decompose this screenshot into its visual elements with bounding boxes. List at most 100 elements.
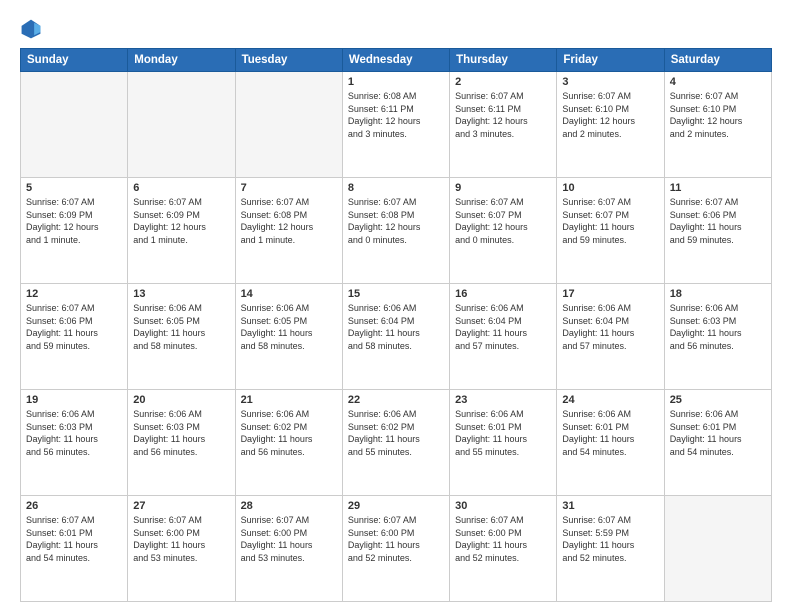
day-info: Sunrise: 6:07 AM Sunset: 6:10 PM Dayligh…	[670, 90, 766, 140]
calendar-cell: 13 Sunrise: 6:06 AM Sunset: 6:05 PM Dayli…	[128, 284, 235, 390]
calendar-cell: 23Sunrise: 6:06 AM Sunset: 6:01 PM Dayli…	[450, 390, 557, 496]
day-number: 13	[133, 288, 229, 300]
calendar-cell: 9Sunrise: 6:07 AM Sunset: 6:07 PM Daylig…	[450, 178, 557, 284]
day-info: Sunrise: 6:06 AM Sunset: 6:04 PM Dayligh…	[562, 302, 658, 352]
day-number: 2	[455, 76, 551, 88]
day-info: Sunrise: 6:07 AM Sunset: 6:10 PM Dayligh…	[562, 90, 658, 140]
day-info: Sunrise: 6:07 AM Sunset: 6:00 PM Dayligh…	[241, 514, 337, 564]
day-number: 8	[348, 182, 444, 194]
day-number: 29	[348, 500, 444, 512]
day-info: Sunrise: 6:07 AM Sunset: 5:59 PM Dayligh…	[562, 514, 658, 564]
weekday-header-saturday: Saturday	[664, 49, 771, 72]
day-info: Sunrise: 6:06 AM Sunset: 6:04 PM Dayligh…	[348, 302, 444, 352]
calendar-cell	[664, 496, 771, 602]
calendar-cell	[21, 72, 128, 178]
week-row-1: 5 Sunrise: 6:07 AM Sunset: 6:09 PM Daylig…	[21, 178, 772, 284]
calendar-cell: 7 Sunrise: 6:07 AM Sunset: 6:08 PM Daylig…	[235, 178, 342, 284]
day-number: 20	[133, 394, 229, 406]
day-info: Sunrise: 6:06 AM Sunset: 6:05 PM Dayligh…	[133, 302, 229, 352]
calendar-cell: 25 Sunrise: 6:06 AM Sunset: 6:01 PM Dayli…	[664, 390, 771, 496]
day-number: 27	[133, 500, 229, 512]
day-info: Sunrise: 6:06 AM Sunset: 6:03 PM Dayligh…	[670, 302, 766, 352]
calendar-cell: 12 Sunrise: 6:07 AM Sunset: 6:06 PM Dayli…	[21, 284, 128, 390]
day-info: Sunrise: 6:07 AM Sunset: 6:01 PM Dayligh…	[26, 514, 122, 564]
day-number: 7	[241, 182, 337, 194]
day-number: 25	[670, 394, 766, 406]
day-number: 17	[562, 288, 658, 300]
day-number: 12	[26, 288, 122, 300]
day-info: Sunrise: 6:07 AM Sunset: 6:00 PM Dayligh…	[133, 514, 229, 564]
day-info: Sunrise: 6:07 AM Sunset: 6:08 PM Dayligh…	[348, 196, 444, 246]
day-info: Sunrise: 6:07 AM Sunset: 6:07 PM Dayligh…	[455, 196, 551, 246]
day-info: Sunrise: 6:06 AM Sunset: 6:04 PM Dayligh…	[455, 302, 551, 352]
day-info: Sunrise: 6:07 AM Sunset: 6:09 PM Dayligh…	[26, 196, 122, 246]
week-row-2: 12 Sunrise: 6:07 AM Sunset: 6:06 PM Dayli…	[21, 284, 772, 390]
week-row-4: 26 Sunrise: 6:07 AM Sunset: 6:01 PM Dayli…	[21, 496, 772, 602]
day-info: Sunrise: 6:07 AM Sunset: 6:00 PM Dayligh…	[348, 514, 444, 564]
weekday-header-row: SundayMondayTuesdayWednesdayThursdayFrid…	[21, 49, 772, 72]
calendar-cell: 3 Sunrise: 6:07 AM Sunset: 6:10 PM Daylig…	[557, 72, 664, 178]
day-info: Sunrise: 6:06 AM Sunset: 6:02 PM Dayligh…	[241, 408, 337, 458]
day-info: Sunrise: 6:08 AM Sunset: 6:11 PM Dayligh…	[348, 90, 444, 140]
calendar-cell: 21 Sunrise: 6:06 AM Sunset: 6:02 PM Dayli…	[235, 390, 342, 496]
day-number: 26	[26, 500, 122, 512]
day-info: Sunrise: 6:06 AM Sunset: 6:03 PM Dayligh…	[26, 408, 122, 458]
day-number: 18	[670, 288, 766, 300]
calendar-cell: 27 Sunrise: 6:07 AM Sunset: 6:00 PM Dayli…	[128, 496, 235, 602]
day-number: 31	[562, 500, 658, 512]
calendar-cell: 29 Sunrise: 6:07 AM Sunset: 6:00 PM Dayli…	[342, 496, 449, 602]
day-number: 5	[26, 182, 122, 194]
calendar-cell: 24 Sunrise: 6:06 AM Sunset: 6:01 PM Dayli…	[557, 390, 664, 496]
day-info: Sunrise: 6:06 AM Sunset: 6:01 PM Dayligh…	[670, 408, 766, 458]
day-info: Sunrise: 6:07 AM Sunset: 6:06 PM Dayligh…	[26, 302, 122, 352]
calendar-cell: 4 Sunrise: 6:07 AM Sunset: 6:10 PM Daylig…	[664, 72, 771, 178]
day-number: 14	[241, 288, 337, 300]
calendar-cell	[128, 72, 235, 178]
day-info: Sunrise: 6:07 AM Sunset: 6:00 PM Dayligh…	[455, 514, 551, 564]
day-info: Sunrise: 6:07 AM Sunset: 6:06 PM Dayligh…	[670, 196, 766, 246]
calendar-cell: 28Sunrise: 6:07 AM Sunset: 6:00 PM Dayli…	[235, 496, 342, 602]
day-info: Sunrise: 6:06 AM Sunset: 6:05 PM Dayligh…	[241, 302, 337, 352]
day-number: 30	[455, 500, 551, 512]
day-number: 24	[562, 394, 658, 406]
day-number: 16	[455, 288, 551, 300]
weekday-header-sunday: Sunday	[21, 49, 128, 72]
calendar-cell: 2 Sunrise: 6:07 AM Sunset: 6:11 PM Daylig…	[450, 72, 557, 178]
calendar-cell: 20 Sunrise: 6:06 AM Sunset: 6:03 PM Dayli…	[128, 390, 235, 496]
day-number: 15	[348, 288, 444, 300]
week-row-0: 1 Sunrise: 6:08 AM Sunset: 6:11 PM Daylig…	[21, 72, 772, 178]
day-info: Sunrise: 6:06 AM Sunset: 6:01 PM Dayligh…	[562, 408, 658, 458]
day-number: 4	[670, 76, 766, 88]
day-number: 3	[562, 76, 658, 88]
header	[20, 18, 772, 40]
day-number: 1	[348, 76, 444, 88]
calendar-cell: 15 Sunrise: 6:06 AM Sunset: 6:04 PM Dayli…	[342, 284, 449, 390]
day-number: 21	[241, 394, 337, 406]
day-info: Sunrise: 6:07 AM Sunset: 6:07 PM Dayligh…	[562, 196, 658, 246]
day-info: Sunrise: 6:07 AM Sunset: 6:09 PM Dayligh…	[133, 196, 229, 246]
calendar-cell: 26 Sunrise: 6:07 AM Sunset: 6:01 PM Dayli…	[21, 496, 128, 602]
day-info: Sunrise: 6:07 AM Sunset: 6:11 PM Dayligh…	[455, 90, 551, 140]
weekday-header-monday: Monday	[128, 49, 235, 72]
day-number: 19	[26, 394, 122, 406]
calendar-cell: 11 Sunrise: 6:07 AM Sunset: 6:06 PM Dayli…	[664, 178, 771, 284]
calendar-cell: 10 Sunrise: 6:07 AM Sunset: 6:07 PM Dayli…	[557, 178, 664, 284]
calendar-cell: 6 Sunrise: 6:07 AM Sunset: 6:09 PM Daylig…	[128, 178, 235, 284]
day-number: 10	[562, 182, 658, 194]
weekday-header-tuesday: Tuesday	[235, 49, 342, 72]
day-info: Sunrise: 6:06 AM Sunset: 6:03 PM Dayligh…	[133, 408, 229, 458]
calendar-cell: 31 Sunrise: 6:07 AM Sunset: 5:59 PM Dayli…	[557, 496, 664, 602]
day-number: 11	[670, 182, 766, 194]
weekday-header-friday: Friday	[557, 49, 664, 72]
day-info: Sunrise: 6:06 AM Sunset: 6:02 PM Dayligh…	[348, 408, 444, 458]
day-number: 22	[348, 394, 444, 406]
calendar-cell: 17 Sunrise: 6:06 AM Sunset: 6:04 PM Dayli…	[557, 284, 664, 390]
calendar-cell: 5 Sunrise: 6:07 AM Sunset: 6:09 PM Daylig…	[21, 178, 128, 284]
calendar-cell: 18 Sunrise: 6:06 AM Sunset: 6:03 PM Dayli…	[664, 284, 771, 390]
weekday-header-wednesday: Wednesday	[342, 49, 449, 72]
day-info: Sunrise: 6:07 AM Sunset: 6:08 PM Dayligh…	[241, 196, 337, 246]
logo	[20, 18, 46, 40]
day-number: 6	[133, 182, 229, 194]
calendar-cell: 8 Sunrise: 6:07 AM Sunset: 6:08 PM Daylig…	[342, 178, 449, 284]
logo-icon	[20, 18, 42, 40]
